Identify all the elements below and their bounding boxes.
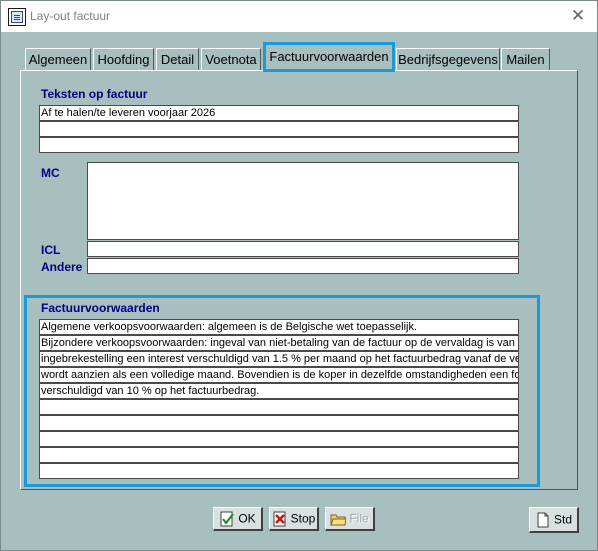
voorwaarden-line-8[interactable] — [39, 431, 519, 447]
ok-button[interactable]: OK — [213, 507, 263, 531]
stop-label: Stop — [290, 511, 316, 526]
icl-field[interactable] — [87, 241, 519, 257]
cancel-document-icon — [272, 511, 288, 527]
document-icon — [535, 512, 551, 528]
tab-hoofding[interactable]: Hoofding — [93, 48, 154, 71]
voorwaarden-line-4[interactable]: wordt aanzien als een volledige maand. B… — [39, 367, 519, 383]
tab-voetnota[interactable]: Voetnota — [201, 48, 261, 71]
check-document-icon — [219, 511, 235, 527]
voorwaarden-line-7[interactable] — [39, 415, 519, 431]
tab-detail[interactable]: Detail — [156, 48, 199, 71]
icl-label: ICL — [41, 243, 61, 257]
stop-button[interactable]: Stop — [269, 507, 319, 531]
app-icon — [8, 8, 26, 26]
mc-label: MC — [41, 166, 60, 180]
window-title: Lay-out factuur — [30, 9, 111, 23]
close-icon[interactable]: ✕ — [561, 4, 595, 28]
title-bar: Lay-out factuur ✕ — [1, 1, 597, 32]
voorwaarden-line-5[interactable]: verschuldigd van 10 % op het factuurbedr… — [39, 383, 519, 399]
voorwaarden-line-2[interactable]: Bijzondere verkoopsvoorwaarden: ingeval … — [39, 335, 519, 351]
voorwaarden-line-3[interactable]: ingebrekestelling een interest verschuld… — [39, 351, 519, 367]
ok-label: OK — [238, 511, 256, 526]
file-button[interactable]: File — [325, 507, 375, 531]
std-label: Std — [553, 512, 572, 527]
tab-bedrijfsgegevens[interactable]: Bedrijfsgegevens — [396, 48, 500, 71]
tab-factuurvoorwaarden[interactable]: Factuurvoorwaarden — [263, 42, 395, 72]
mc-textarea[interactable] — [87, 162, 519, 240]
teksten-heading: Teksten op factuur — [41, 87, 148, 101]
voorwaarden-line-1[interactable]: Algemene verkoopsvoorwaarden: algemeen i… — [39, 319, 519, 335]
andere-field[interactable] — [87, 258, 519, 274]
voorwaarden-line-6[interactable] — [39, 399, 519, 415]
andere-label: Andere — [41, 260, 83, 274]
folder-icon — [330, 511, 347, 527]
teksten-line-2[interactable] — [39, 121, 519, 137]
tab-algemeen[interactable]: Algemeen — [25, 48, 91, 71]
std-button[interactable]: Std — [529, 507, 579, 533]
voorwaarden-line-10[interactable] — [39, 463, 519, 479]
voorwaarden-line-9[interactable] — [39, 447, 519, 463]
factuurvoorwaarden-heading: Factuurvoorwaarden — [41, 301, 160, 315]
teksten-line-1[interactable]: Af te halen/te leveren voorjaar 2026 — [39, 105, 519, 121]
dialog-window: Lay-out factuur ✕ Algemeen Hoofding Deta… — [0, 0, 598, 551]
tab-mailen[interactable]: Mailen — [501, 48, 550, 71]
file-label: File — [349, 511, 369, 526]
teksten-line-3[interactable] — [39, 137, 519, 153]
